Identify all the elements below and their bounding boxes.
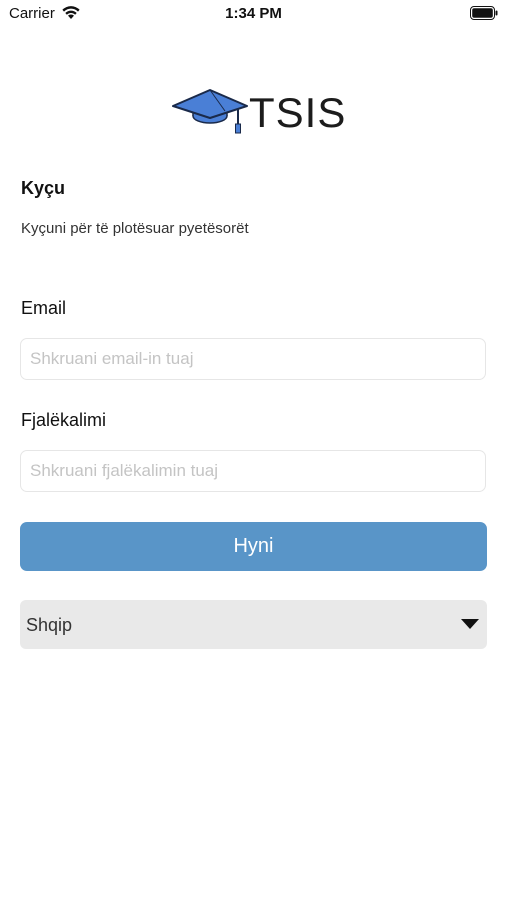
page-title: Kyçu (21, 178, 66, 198)
graduation-cap-icon (172, 89, 248, 134)
language-selected-value: Shqip (26, 615, 73, 635)
language-select[interactable]: Shqip (20, 600, 487, 649)
app-logo: TSIS (172, 84, 345, 138)
login-button[interactable]: Hyni (20, 522, 487, 571)
chevron-down-icon (461, 619, 479, 629)
password-label: Fjalëkalimi (21, 410, 107, 430)
password-field[interactable] (20, 450, 486, 492)
email-field[interactable] (20, 338, 486, 380)
email-label: Email (21, 298, 67, 318)
logo-text: TSIS (249, 89, 347, 136)
page-subtitle: Kyçuni për të plotësuar pyetësorët (21, 220, 249, 237)
clock: 1:34 PM (225, 5, 282, 22)
status-bar: Carrier 1:34 PM (0, 0, 507, 28)
battery-icon (470, 6, 498, 20)
